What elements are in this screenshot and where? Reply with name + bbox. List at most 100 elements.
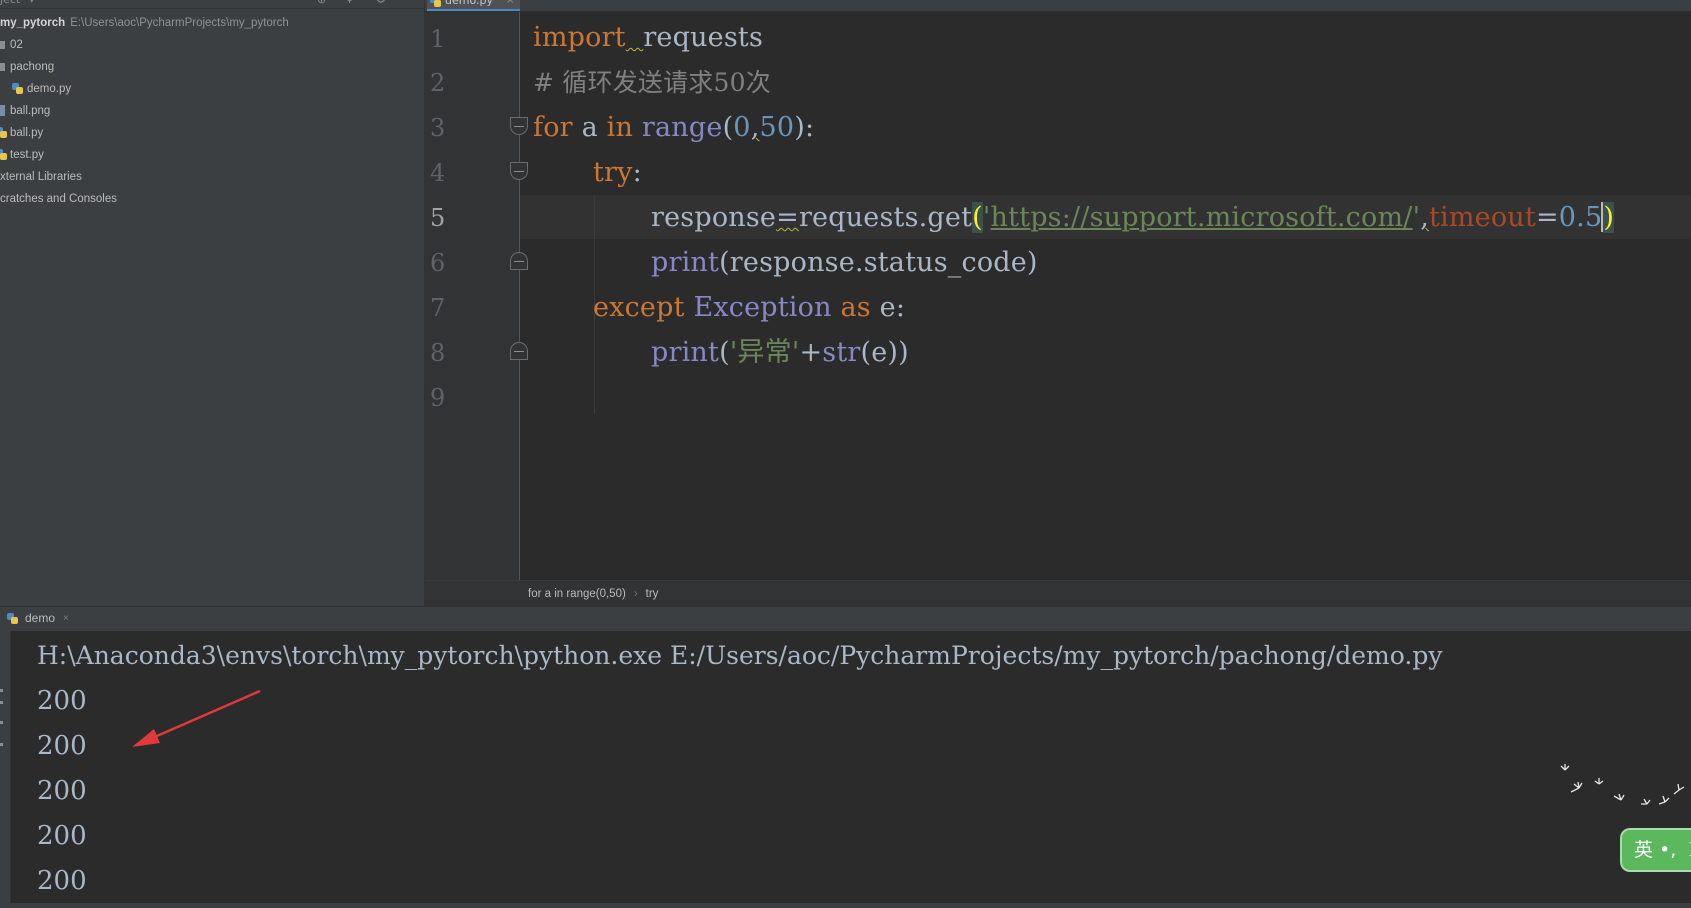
close-icon[interactable]: × (63, 607, 69, 630)
fold-marker-icon[interactable] (510, 117, 528, 135)
line-number: 2 (430, 69, 446, 97)
line-number: 6 (430, 249, 446, 277)
folder-icon (0, 41, 5, 49)
number: 0 (733, 112, 751, 143)
python-file-icon (0, 149, 7, 160)
string-quote: ' (982, 202, 991, 233)
variable: e: (879, 292, 906, 323)
keyword: for (533, 112, 573, 143)
tree-root-name: my_pytorch (0, 17, 66, 29)
tree-item-label: ball.py (10, 127, 44, 139)
code-line-3: for a in range(0,50): (533, 111, 814, 145)
parameter: timeout (1428, 202, 1536, 233)
tree-item-label: demo.py (27, 83, 72, 95)
punct: = (1535, 202, 1559, 233)
dropdown-icon[interactable]: ▾ (29, 0, 35, 6)
run-tab-bar (0, 606, 1691, 632)
tree-item-demo-py[interactable]: demo.py (12, 78, 71, 100)
line-number: 3 (430, 114, 446, 142)
code-line-6: print(response.status_code) (651, 246, 1038, 280)
fold-end-marker-icon[interactable] (510, 342, 528, 360)
project-tool-window: ject ▾ ⊕ ⇞ ⚙ my_pytorch E:\Users\aoc\Pych… (0, 0, 425, 606)
tree-item-label: test.py (10, 149, 44, 161)
arguments: (e)) (860, 337, 909, 368)
punct: ): (794, 112, 815, 143)
tree-item-label: cratches and Consoles (0, 193, 117, 205)
tree-item-label: ball.png (10, 105, 51, 117)
keyword: as (840, 292, 871, 323)
variable: a (581, 112, 598, 143)
operator: + (799, 337, 823, 368)
ime-indicator[interactable]: 英 •, ☽ (1620, 828, 1691, 872)
keyword: except (593, 292, 685, 323)
punct: : (632, 157, 642, 188)
tree-item-ball-py[interactable]: ball.py (0, 122, 43, 144)
line-number: 8 (430, 339, 446, 367)
toolbar-icon[interactable] (0, 689, 3, 692)
tree-item-scratches[interactable]: cratches and Consoles (0, 188, 117, 210)
python-file-icon (0, 127, 7, 138)
keyword: in (606, 112, 634, 143)
fold-marker-icon[interactable] (510, 162, 528, 180)
toolbar-icon[interactable] (0, 701, 3, 704)
python-file-icon (430, 0, 441, 7)
editor-tab-bar (425, 0, 1691, 12)
console-output-line: 200 (37, 866, 87, 896)
python-run-icon (7, 613, 18, 624)
url-string[interactable]: https://support.microsoft.com/ (991, 202, 1413, 233)
tree-item-label: pachong (10, 61, 55, 73)
python-file-icon (12, 83, 23, 94)
builtin: range (641, 112, 723, 143)
breadcrumb-item[interactable]: try (646, 588, 659, 600)
project-toolbar: ject ▾ ⊕ ⇞ ⚙ (0, 0, 424, 9)
collapse-icon[interactable]: ⇞ (345, 0, 354, 6)
breadcrumb-item[interactable]: for a in range(0,50) (528, 588, 626, 600)
fold-separator (519, 12, 520, 580)
console-output-line: 200 (37, 821, 87, 851)
punct: ( (722, 112, 734, 143)
tree-item-pachong[interactable]: pachong (0, 56, 54, 78)
tree-item-test-py[interactable]: test.py (0, 144, 44, 166)
function-call: requests.get (798, 202, 973, 233)
tree-item-ball-png[interactable]: ball.png (0, 100, 50, 122)
console-command: H:\Anaconda3\envs\torch\my_pytorch\pytho… (37, 641, 1443, 670)
breadcrumb: for a in range(0,50) › try (425, 580, 1691, 607)
string-literal: '异常' (729, 337, 800, 368)
chevron-right-icon: › (633, 588, 638, 600)
code-line-4: try: (593, 156, 642, 190)
console-output-line: 200 (37, 776, 87, 806)
tree-item-02[interactable]: 02 (0, 34, 23, 56)
tree-item-external-libraries[interactable]: xternal Libraries (0, 166, 82, 188)
console-output-line: 200 (37, 686, 87, 716)
toolbar-icon[interactable] (0, 721, 3, 724)
line-number: 4 (430, 159, 446, 187)
builtin: str (822, 337, 861, 368)
toolbar-icon[interactable] (0, 743, 3, 746)
line-number: 1 (430, 25, 446, 53)
run-tab-demo[interactable]: demo × (0, 607, 79, 630)
fold-end-marker-icon[interactable] (510, 252, 528, 270)
tab-demo-py[interactable]: demo.py × (427, 0, 520, 11)
builtin: print (651, 337, 720, 368)
tab-label: demo.py (445, 0, 493, 7)
punct: , (1420, 202, 1429, 233)
status-strip (0, 903, 1691, 908)
module-name: requests (643, 22, 764, 53)
tree-root-path: E:\Users\aoc\PycharmProjects\my_pytorch (70, 17, 289, 29)
image-file-icon (0, 105, 5, 116)
code-line-7: except Exception as e: (593, 291, 905, 325)
code-line-5: response=requests.get('https://support.m… (651, 201, 1615, 235)
gear-icon[interactable]: ⚙ (376, 0, 386, 6)
code-line-1: import requests (533, 21, 763, 55)
number: 50 (759, 112, 795, 143)
locate-icon[interactable]: ⊕ (317, 0, 326, 6)
code-line-8: print('异常'+str(e)) (651, 336, 909, 370)
line-number: 7 (430, 294, 446, 322)
code-line-2-comment: # 循环发送请求50次 (533, 68, 771, 97)
close-icon[interactable]: × (506, 0, 514, 8)
project-toolbar-label[interactable]: ject (0, 0, 20, 6)
run-side-toolbar (0, 631, 11, 908)
tree-root[interactable]: my_pytorch E:\Users\aoc\PycharmProjects\m… (0, 12, 289, 34)
arguments: (response.status_code) (719, 247, 1038, 278)
class-name: Exception (693, 292, 832, 323)
